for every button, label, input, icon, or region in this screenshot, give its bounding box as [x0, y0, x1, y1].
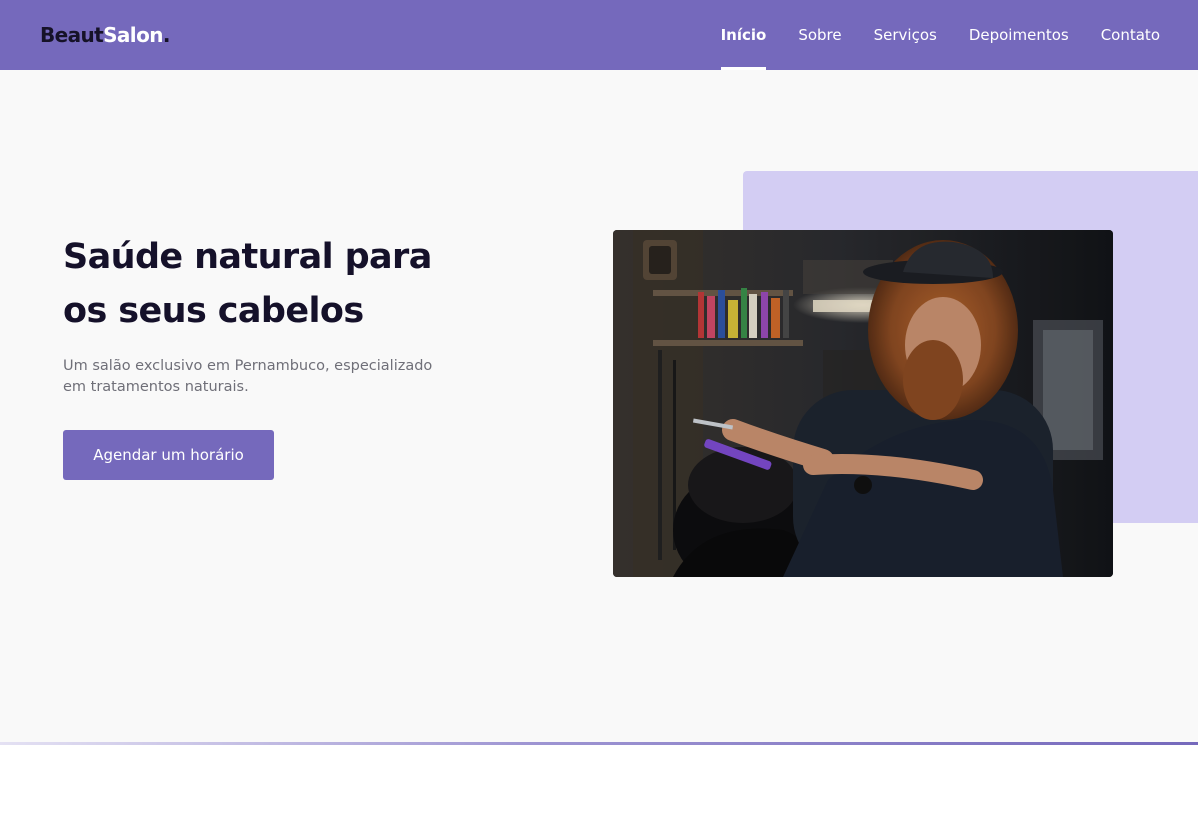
- nav-link-sobre[interactable]: Sobre: [798, 0, 841, 70]
- schedule-appointment-button[interactable]: Agendar um horário: [63, 430, 274, 480]
- nav-link-servicos[interactable]: Serviços: [874, 0, 937, 70]
- brand-logo[interactable]: BeautSalon.: [40, 21, 170, 49]
- main-nav: Início Sobre Serviços Depoimentos Contat…: [720, 0, 1160, 70]
- logo-part-salon: Salon: [103, 23, 163, 47]
- nav-link-depoimentos[interactable]: Depoimentos: [969, 0, 1069, 70]
- next-section: [0, 745, 1198, 816]
- barber-cutting-hair-photo-icon: [613, 230, 1113, 577]
- hero-description: Um salão exclusivo em Pernambuco, especi…: [63, 358, 433, 395]
- hero-title: Saúde natural para os seus cabelos: [63, 237, 432, 331]
- hero-photo: [613, 230, 1113, 577]
- hero-section: Saúde natural para os seus cabelos Um sa…: [0, 70, 1198, 742]
- logo-part-beaut: Beaut: [40, 23, 104, 47]
- site-header: BeautSalon. Início Sobre Serviços Depoim…: [0, 0, 1198, 70]
- nav-link-contato[interactable]: Contato: [1101, 0, 1160, 70]
- nav-link-inicio[interactable]: Início: [720, 0, 766, 70]
- logo-dot: .: [162, 23, 171, 47]
